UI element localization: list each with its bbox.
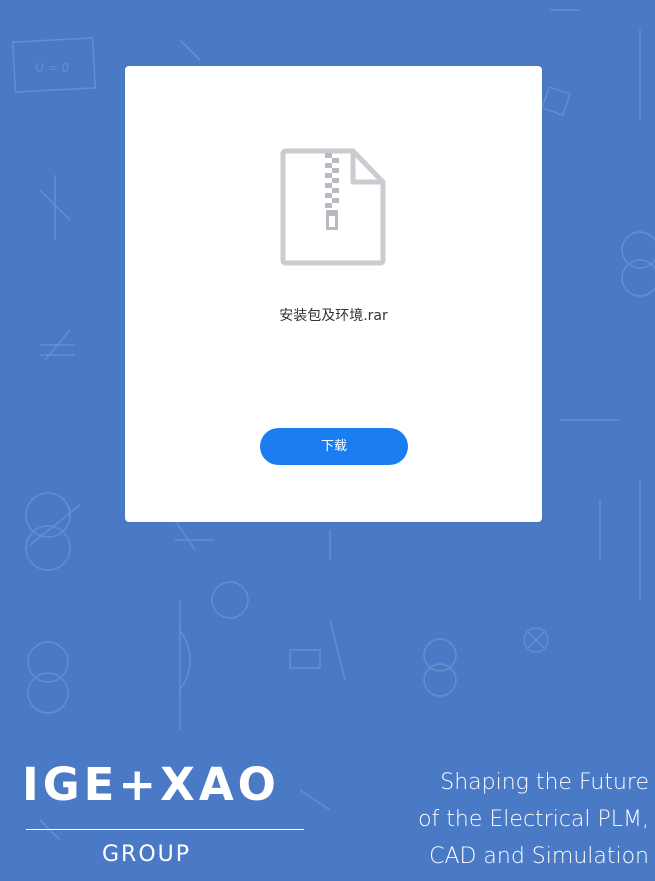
- file-name: 安装包及环境.rar: [279, 308, 388, 324]
- download-button[interactable]: 下载: [260, 428, 408, 465]
- brand-group-label: GROUP: [102, 842, 192, 867]
- brand-block: IGE+XAO GROUP: [22, 758, 312, 878]
- tagline-line-1: Shaping the Future: [440, 770, 649, 795]
- tagline-line-2: of the Electrical PLM,: [418, 807, 649, 832]
- formula-label: U = 0: [35, 61, 69, 75]
- brand-divider: [26, 829, 304, 830]
- brand-logo: IGE+XAO: [22, 758, 280, 811]
- zip-file-icon: [280, 148, 386, 266]
- brand-tagline: Shaping the Future of the Electrical PLM…: [418, 764, 649, 875]
- download-card: 安装包及环境.rar 下载: [125, 66, 542, 522]
- tagline-line-3: CAD and Simulation: [429, 844, 649, 869]
